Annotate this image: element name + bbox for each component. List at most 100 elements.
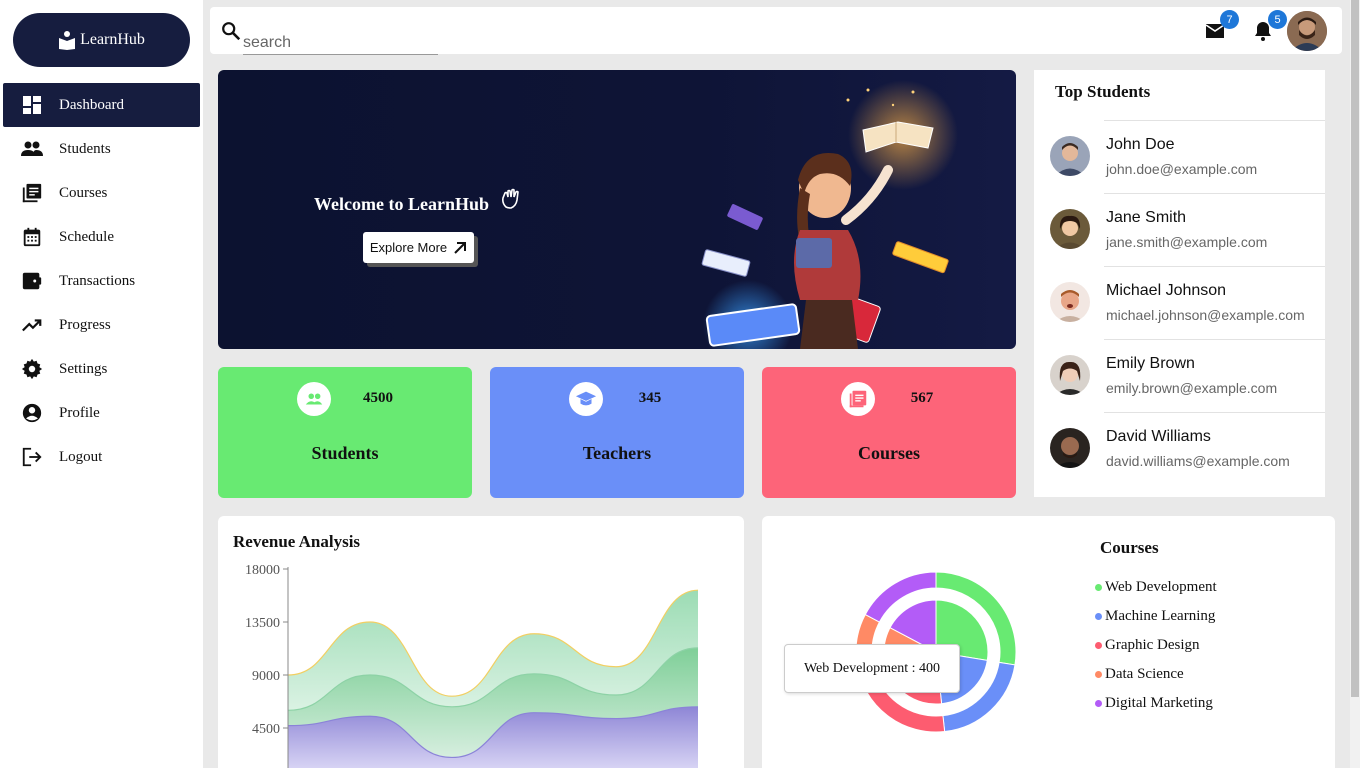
wallet-icon (20, 269, 44, 293)
legend-dot (1095, 613, 1102, 620)
legend-dot (1095, 671, 1102, 678)
student-email: emily.brown@example.com (1106, 380, 1278, 396)
y-tick-label: 9000 (252, 669, 280, 684)
sidebar-item-settings[interactable]: Settings (3, 347, 200, 391)
teachers-count: 345 (638, 390, 662, 406)
sidebar-item-profile[interactable]: Profile (3, 391, 200, 435)
sidebar-item-label: Dashboard (59, 96, 124, 113)
legend-item[interactable]: Web Development (1095, 573, 1217, 602)
stat-card-teachers[interactable]: 345 Teachers (490, 367, 744, 498)
explore-more-button[interactable]: Explore More (363, 232, 474, 263)
list-item[interactable]: Emily Brown emily.brown@example.com (1050, 339, 1325, 412)
sidebar-item-students[interactable]: Students (3, 127, 200, 171)
reading-girl-illustration (701, 80, 958, 349)
stat-card-students[interactable]: 4500 Students (218, 367, 472, 498)
student-email: michael.johnson@example.com (1106, 307, 1305, 323)
avatar (1050, 282, 1090, 322)
legend-item[interactable]: Machine Learning (1095, 602, 1217, 631)
library-books-icon (20, 181, 44, 205)
sidebar-item-label: Profile (59, 404, 100, 421)
account-circle-icon (20, 401, 44, 425)
mail-button[interactable]: 7 (1203, 10, 1239, 43)
explore-more-label: Explore More (369, 240, 448, 255)
welcome-title: Welcome to LearnHub (314, 194, 489, 214)
logo[interactable]: LearnHub (13, 13, 190, 67)
dashboard-icon (20, 93, 44, 117)
student-email: john.doe@example.com (1106, 161, 1258, 177)
avatar (1050, 136, 1090, 176)
legend-label: Digital Marketing (1105, 695, 1213, 711)
trending-up-icon (20, 313, 44, 337)
avatar (1050, 428, 1090, 468)
gear-icon (20, 357, 44, 381)
sidebar-item-transactions[interactable]: Transactions (3, 259, 200, 303)
student-email: david.williams@example.com (1106, 453, 1290, 469)
stat-card-courses[interactable]: 567 Courses (762, 367, 1016, 498)
sidebar-item-label: Settings (59, 360, 108, 377)
people-icon (20, 137, 44, 161)
chart-tooltip: Web Development : 400 (784, 644, 960, 693)
student-name: Emily Brown (1106, 355, 1195, 372)
sidebar: LearnHub Dashboard Students Courses Schedul… (0, 0, 203, 768)
list-item[interactable]: John Doe john.doe@example.com (1050, 120, 1325, 193)
sidebar-item-courses[interactable]: Courses (3, 171, 200, 215)
list-item[interactable]: David Williams david.williams@example.co… (1050, 412, 1325, 485)
top-students-list: John Doe john.doe@example.com Jane Smith… (1034, 120, 1325, 485)
notification-badge: 5 (1268, 10, 1287, 29)
courses-legend: Web Development Machine Learning Graphic D… (1095, 573, 1217, 718)
avatar (1050, 209, 1090, 249)
search-icon (222, 22, 241, 41)
user-avatar[interactable] (1287, 11, 1327, 51)
courses-label: Courses (858, 443, 920, 463)
courses-donut-chart (855, 571, 1017, 733)
y-tick-label: 4500 (252, 722, 280, 737)
mail-badge: 7 (1220, 10, 1239, 29)
logo-text: LearnHub (80, 31, 145, 48)
courses-chart-title: Courses (1100, 538, 1159, 557)
sidebar-item-label: Students (59, 140, 111, 157)
courses-count: 567 (910, 390, 934, 406)
sidebar-item-label: Transactions (59, 272, 136, 289)
legend-dot (1095, 584, 1102, 591)
student-name: Michael Johnson (1106, 282, 1227, 299)
page-scrollbar[interactable] (1350, 0, 1360, 768)
student-name: Jane Smith (1106, 209, 1187, 226)
teachers-label: Teachers (582, 443, 652, 463)
top-students-panel: Top Students John Doe john.doe@example.c… (1034, 70, 1325, 497)
legend-item[interactable]: Graphic Design (1095, 631, 1217, 660)
search-input[interactable] (243, 25, 438, 55)
legend-item[interactable]: Digital Marketing (1095, 689, 1217, 718)
arrow-up-right-icon (454, 241, 467, 254)
avatar (1050, 355, 1090, 395)
list-item[interactable]: Michael Johnson michael.johnson@example.… (1050, 266, 1325, 339)
revenue-analysis-card: Revenue Analysis 18000 13500 9000 4500 (218, 516, 744, 768)
book-reader-icon (59, 31, 76, 50)
scrollbar-thumb[interactable] (1351, 0, 1359, 697)
legend-label: Graphic Design (1105, 637, 1200, 653)
waving-hand-icon (502, 188, 519, 209)
notifications-button[interactable]: 5 (1251, 10, 1287, 43)
legend-dot (1095, 700, 1102, 707)
y-tick-label: 18000 (245, 563, 280, 578)
students-label: Students (311, 443, 379, 463)
revenue-area-chart: 18000 13500 9000 4500 (245, 563, 699, 768)
user-avatar-image (1287, 11, 1327, 51)
sidebar-nav: Dashboard Students Courses Schedule Transact… (3, 83, 200, 479)
legend-label: Web Development (1105, 579, 1217, 595)
y-tick-label: 13500 (245, 616, 280, 631)
student-email: jane.smith@example.com (1106, 234, 1268, 250)
sidebar-item-schedule[interactable]: Schedule (3, 215, 200, 259)
sidebar-item-progress[interactable]: Progress (3, 303, 200, 347)
logout-icon (20, 445, 44, 469)
book-icon (841, 382, 875, 416)
sidebar-item-label: Logout (59, 448, 103, 465)
sidebar-item-logout[interactable]: Logout (3, 435, 200, 479)
list-item[interactable]: Jane Smith jane.smith@example.com (1050, 193, 1325, 266)
sidebar-item-label: Courses (59, 184, 108, 201)
sidebar-item-dashboard[interactable]: Dashboard (3, 83, 200, 127)
calendar-icon (20, 225, 44, 249)
legend-label: Data Science (1105, 666, 1184, 682)
sidebar-item-label: Progress (59, 316, 111, 333)
legend-item[interactable]: Data Science (1095, 660, 1217, 689)
topbar: 7 5 (210, 7, 1342, 55)
